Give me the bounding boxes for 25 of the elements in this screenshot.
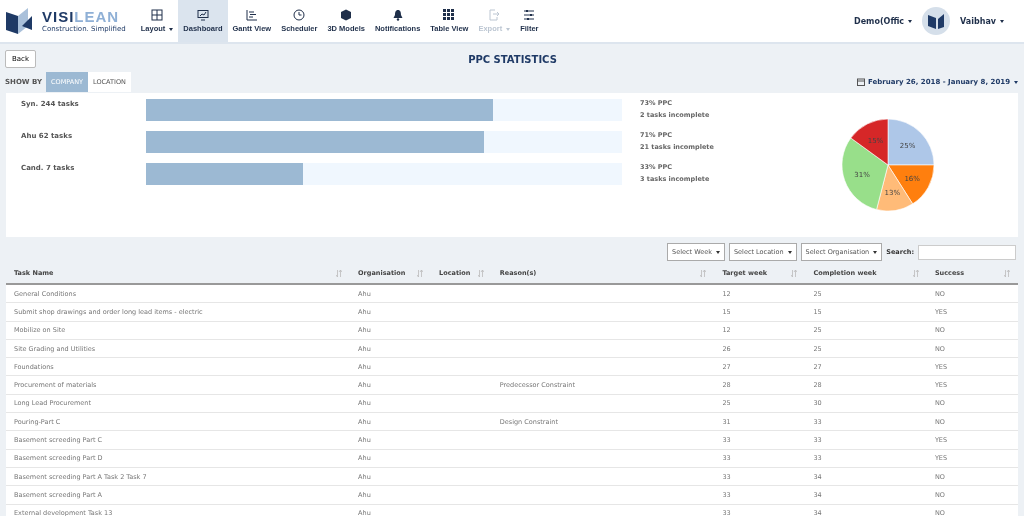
sort-icon[interactable] <box>700 269 707 277</box>
caret-icon <box>169 27 174 31</box>
project-menu[interactable]: Demo(Offic <box>844 0 923 42</box>
clock-icon <box>293 9 306 21</box>
sort-icon[interactable] <box>477 269 484 277</box>
export-icon <box>488 9 501 21</box>
caret-icon <box>506 27 511 31</box>
avatar-icon <box>922 7 951 35</box>
sort-icon[interactable] <box>336 269 343 277</box>
brand-name: VISILEAN <box>42 9 121 25</box>
cube-icon <box>340 9 353 21</box>
calendar-icon <box>857 78 866 86</box>
grid-icon <box>443 9 456 21</box>
sort-icon[interactable] <box>912 269 919 277</box>
filter-icon <box>523 9 536 21</box>
gantt-icon <box>245 9 258 21</box>
layout-icon <box>151 9 164 21</box>
sort-icon[interactable] <box>1004 269 1010 277</box>
dashboard-icon <box>196 9 209 21</box>
sort-icon[interactable] <box>791 269 798 277</box>
sort-icon[interactable] <box>417 269 424 277</box>
user-menu[interactable]: Vaibhav <box>950 0 1014 42</box>
search-field[interactable] <box>918 244 1016 260</box>
bell-icon <box>391 9 404 21</box>
page-title: PPC STATISTICS <box>467 53 558 65</box>
